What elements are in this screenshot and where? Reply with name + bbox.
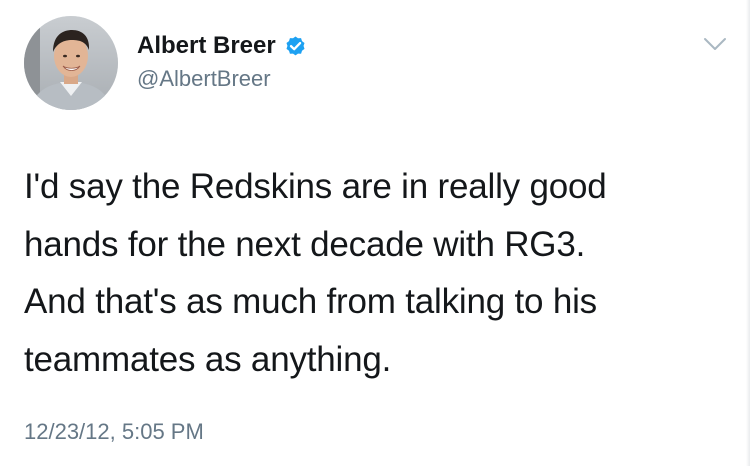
author-handle[interactable]: @AlbertBreer	[137, 65, 271, 93]
tweet-timestamp[interactable]: 12/23/12, 5:05 PM	[24, 418, 204, 446]
chevron-down-icon[interactable]	[703, 36, 727, 54]
author-name-row[interactable]: Albert Breer	[137, 30, 307, 62]
author-display-name[interactable]: Albert Breer	[137, 31, 276, 61]
verified-badge-icon	[284, 35, 307, 58]
tweet-text-line: And that's as much from talking to his	[24, 282, 597, 321]
tweet-text-line: I'd say the Redskins are in really good	[24, 167, 607, 206]
tweet-text-line: hands for the next decade with RG3.	[24, 224, 586, 264]
tweet-card: Albert Breer @AlbertBreer I'd say the Re…	[0, 0, 750, 466]
avatar-photo	[24, 16, 118, 110]
tweet-text-line: teammates as anything.	[24, 339, 392, 379]
avatar[interactable]	[24, 16, 118, 110]
tweet-text: I'd say the Redskins are in really good …	[24, 158, 714, 388]
scroll-edge-shadow	[746, 0, 750, 466]
